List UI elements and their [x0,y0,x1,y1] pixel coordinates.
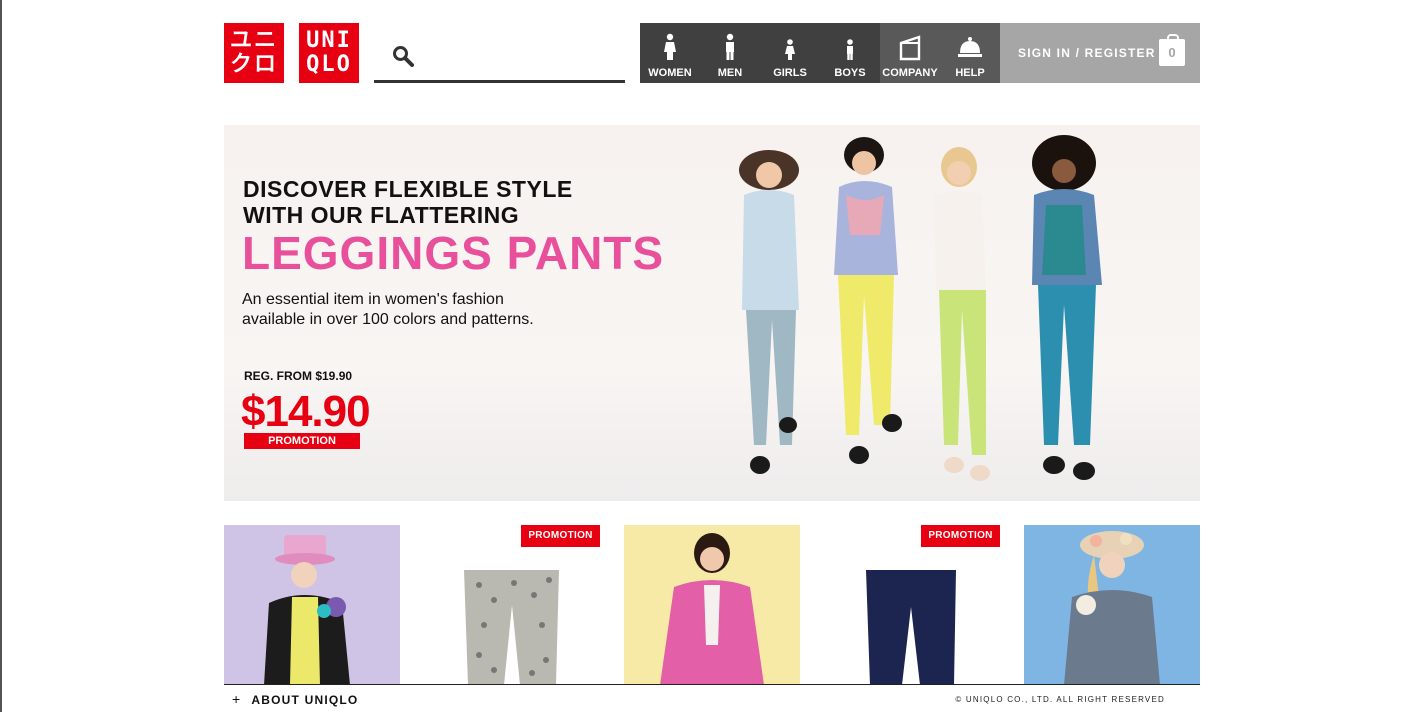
plus-icon: + [232,691,242,707]
hero-models-image [739,135,1102,481]
boy-icon [847,39,853,60]
nav-item-men[interactable]: MEN [700,23,760,83]
product-tile-1[interactable] [224,525,400,685]
promotion-badge: PROMOTION [521,525,600,547]
product-image-navy-leggings [824,525,1000,685]
nav-item-girls[interactable]: GIRLS [760,23,820,83]
product-image-pink-coat [624,525,800,685]
model-1 [739,150,799,474]
nav-label: WOMEN [648,67,692,79]
nav-item-women[interactable]: WOMEN [640,23,700,83]
product-tile-5[interactable] [1024,525,1200,685]
about-label: ABOUT UNIQLO [251,693,359,707]
girl-icon [785,39,795,60]
regular-price: REG. FROM $19.90 [244,369,353,383]
copyright-text: © UNIQLO CO., LTD. ALL RIGHT RESERVED [955,695,1165,704]
search-input[interactable] [426,42,616,72]
cart-count: 0 [1168,45,1176,60]
nav-label: MEN [717,67,743,79]
hero-description: An essential item in women's fashion ava… [242,290,622,330]
hero-line-1: DISCOVER FLEXIBLE STYLE [243,176,573,202]
nav-item-boys[interactable]: BOYS [820,23,880,83]
promotion-label: PROMOTION [244,433,360,449]
hero-line-2: WITH OUR FLATTERING [243,202,520,228]
product-image-leopard-leggings [424,525,600,685]
model-2 [834,137,902,464]
sign-in-register-link[interactable]: SIGN IN / REGISTER [1018,46,1156,60]
company-icon [899,35,921,61]
uniqlo-logo[interactable]: UNI QLO [299,23,359,83]
product-tile-3[interactable] [624,525,800,685]
nav-label: COMPANY [882,67,938,79]
nav-label: GIRLS [773,67,807,79]
search-bar [374,36,625,83]
model-3 [934,147,990,481]
product-image-flower-hat [1024,525,1200,685]
hero-description-line-2: available in over 100 colors and pattern… [242,311,534,328]
hero-banner[interactable]: DISCOVER FLEXIBLE STYLE WITH OUR FLATTER… [224,125,1200,501]
shopping-bag-icon[interactable]: 0 [1159,34,1185,66]
promotion-badge: PROMOTION [921,525,1000,547]
hero-description-line-1: An essential item in women's fashion [242,291,504,308]
product-tile-2[interactable] [424,525,600,685]
nav-label: HELP [955,67,985,79]
promo-price: $14.90 [241,387,371,436]
nav-item-company[interactable]: COMPANY [880,23,940,83]
footer-divider [224,684,1200,685]
search-icon[interactable] [392,45,414,67]
product-tile-4[interactable] [824,525,1000,685]
hero-headline: LEGGINGS PANTS [242,227,665,279]
help-bell-icon [958,37,982,57]
uniqlo-logo-katakana[interactable]: ユニ クロ [224,23,284,83]
main-nav: WOMEN MEN GIRLS BOYS COMPANY HELP [640,23,1000,83]
page-left-border [0,0,2,712]
sign-in-register-bar: SIGN IN / REGISTER 0 [1000,23,1200,83]
model-4 [1032,135,1102,480]
man-icon [726,33,734,60]
nav-label: BOYS [834,67,866,79]
woman-icon [664,33,676,60]
product-image-top-hat [224,525,400,685]
about-uniqlo-link[interactable]: + ABOUT UNIQLO [232,691,358,707]
nav-item-help[interactable]: HELP [940,23,1000,83]
